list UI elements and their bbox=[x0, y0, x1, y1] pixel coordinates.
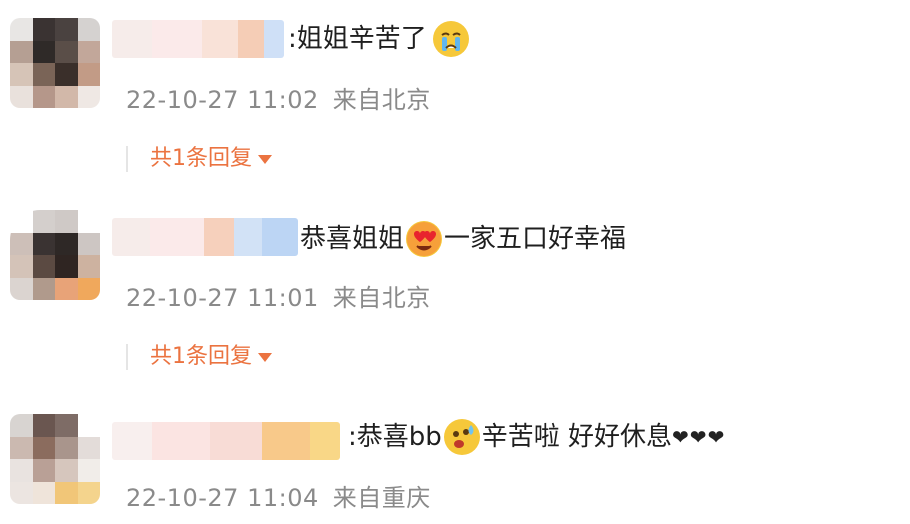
caret-down-icon bbox=[258, 352, 272, 362]
comment-text-after: 辛苦啦 好好休息 bbox=[481, 422, 673, 452]
comment-text-main: :恭喜bb bbox=[348, 422, 442, 452]
crying-face-icon bbox=[432, 21, 469, 57]
avatar[interactable] bbox=[10, 210, 100, 300]
username-blurred[interactable] bbox=[112, 218, 298, 256]
comment-text-main: :姐姐辛苦了 bbox=[288, 24, 427, 54]
replies-label: 共1条回复 bbox=[150, 344, 252, 369]
replies-label: 共1条回复 bbox=[150, 146, 252, 171]
comment-meta: 22-10-27 11:02 来自北京 bbox=[126, 80, 445, 115]
comment-text: 恭喜姐姐 一家五口好幸福 bbox=[300, 220, 626, 258]
timestamp: 22-10-27 11:04 bbox=[126, 484, 319, 512]
caret-down-icon bbox=[258, 154, 272, 164]
comment-meta: 22-10-27 11:01 来自北京 bbox=[126, 278, 445, 313]
avatar[interactable] bbox=[10, 18, 100, 108]
heart-eyes-icon bbox=[406, 221, 443, 257]
location: 来自重庆 bbox=[332, 484, 431, 512]
comment-text-after: 一家五口好幸福 bbox=[444, 224, 627, 254]
replies-toggle[interactable]: 共1条回复 bbox=[126, 146, 272, 172]
sweating-face-icon bbox=[443, 419, 480, 455]
location: 来自北京 bbox=[332, 86, 431, 114]
replies-toggle[interactable]: 共1条回复 bbox=[126, 344, 272, 370]
comment-meta: 22-10-27 11:04 来自重庆 bbox=[126, 478, 445, 513]
avatar[interactable] bbox=[10, 414, 100, 504]
username-blurred[interactable] bbox=[112, 20, 284, 58]
location: 来自北京 bbox=[332, 284, 431, 312]
timestamp: 22-10-27 11:01 bbox=[126, 284, 319, 312]
comment-text-main: 恭喜姐姐 bbox=[300, 224, 405, 254]
comment-text: :姐姐辛苦了 bbox=[288, 20, 471, 58]
black-hearts: ❤❤❤ bbox=[672, 425, 726, 449]
comment-text: :恭喜bb 辛苦啦 好好休息 ❤❤❤ bbox=[348, 418, 725, 456]
timestamp: 22-10-27 11:02 bbox=[126, 86, 319, 114]
username-blurred[interactable] bbox=[112, 422, 340, 460]
